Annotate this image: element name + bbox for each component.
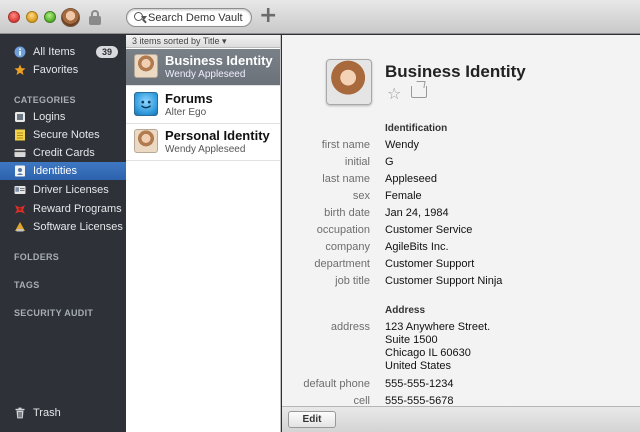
sidebar-item-driver-licenses[interactable]: Driver Licenses: [0, 181, 126, 199]
field-label: sex: [352, 190, 370, 202]
sidebar-item-logins[interactable]: Logins: [0, 108, 126, 126]
lock-icon[interactable]: [89, 10, 101, 25]
address-line: 123 Anywhere Street.: [385, 321, 491, 333]
share-icon[interactable]: [411, 86, 427, 98]
vault-avatar-icon[interactable]: [61, 8, 80, 27]
list-item-subtitle: Wendy Appleseed: [165, 144, 246, 155]
sidebar-item-secure-notes[interactable]: Secure Notes: [0, 126, 126, 144]
field-label: first name: [321, 139, 370, 151]
folders-heading[interactable]: FOLDERS: [14, 252, 59, 262]
field-label: department: [314, 258, 370, 270]
star-icon[interactable]: ☆: [387, 84, 401, 103]
secure-notes-icon: [15, 129, 25, 141]
list-item-title: Forums: [165, 91, 213, 106]
detail-pane: Business Identity ☆ Identification first…: [282, 35, 640, 432]
address-line: Suite 1500: [385, 334, 438, 346]
identity-photo-icon: [134, 54, 158, 78]
address-heading: Address: [385, 305, 426, 316]
sidebar-item-reward-programs[interactable]: Reward Programs: [0, 200, 126, 218]
identity-icon: [15, 165, 25, 177]
field-label: initial: [344, 156, 370, 168]
minimize-window-button[interactable]: [26, 11, 38, 23]
driver-license-icon: [14, 186, 26, 194]
field-label: last name: [322, 173, 370, 185]
software-license-icon: [15, 222, 25, 232]
sidebar-item-label: Trash: [33, 407, 61, 419]
identity-photo-icon: [134, 129, 158, 153]
list-item[interactable]: Forums Alter Ego: [126, 87, 280, 124]
field-value[interactable]: Female: [385, 190, 422, 202]
detail-toolbar: Edit: [282, 406, 640, 432]
list-item[interactable]: Personal Identity Wendy Appleseed: [126, 124, 280, 161]
sidebar-item-label: Logins: [33, 111, 66, 123]
logins-icon: [15, 112, 25, 122]
sidebar-item-software-licenses[interactable]: Software Licenses: [0, 218, 126, 236]
star-icon: [14, 64, 26, 75]
list-item-title: Personal Identity: [165, 128, 270, 143]
sidebar-item-label: Driver Licenses: [33, 184, 109, 196]
field-value[interactable]: Jan 24, 1984: [385, 207, 449, 219]
field-value[interactable]: AgileBits Inc.: [385, 241, 449, 253]
tags-heading[interactable]: TAGS: [14, 280, 40, 290]
list-item-subtitle: Wendy Appleseed: [165, 69, 246, 80]
field-value[interactable]: G: [385, 156, 394, 168]
title-bar: +: [0, 0, 640, 34]
item-title: Business Identity: [385, 62, 526, 81]
add-item-button[interactable]: +: [259, 5, 277, 27]
alter-ego-icon: [134, 92, 158, 116]
identification-heading: Identification: [385, 123, 448, 134]
sidebar-item-label: All Items: [33, 46, 76, 58]
info-icon: [14, 46, 26, 58]
sidebar-item-label: Credit Cards: [33, 147, 95, 159]
search-input[interactable]: [148, 10, 248, 25]
field-label: birth date: [324, 207, 370, 219]
field-label: address: [330, 321, 370, 333]
field-value[interactable]: Appleseed: [385, 173, 437, 185]
chevron-down-icon: [141, 16, 147, 20]
field-value[interactable]: Customer Support: [385, 258, 474, 270]
list-item-subtitle: Alter Ego: [165, 107, 207, 118]
field-value[interactable]: 555-555-1234: [385, 378, 454, 390]
sidebar-item-label: Favorites: [33, 64, 79, 76]
address-line: Chicago IL 60630: [385, 347, 471, 359]
field-label: default phone: [303, 378, 370, 390]
categories-heading: CATEGORIES: [14, 95, 76, 105]
item-count-badge: 39: [96, 46, 118, 58]
item-list: 3 items sorted by Title ▾ Business Ident…: [126, 35, 281, 432]
trash-icon: [15, 407, 25, 419]
sidebar-item-trash[interactable]: Trash: [0, 404, 126, 422]
sidebar-item-credit-cards[interactable]: Credit Cards: [0, 144, 126, 162]
sort-header[interactable]: 3 items sorted by Title ▾: [126, 35, 280, 48]
sidebar-item-identities[interactable]: Identities: [0, 162, 126, 180]
sidebar-item-label: Secure Notes: [33, 129, 100, 141]
field-label: occupation: [316, 224, 370, 236]
sidebar: All Items 39 Favorites CATEGORIES Logins…: [0, 35, 126, 432]
zoom-window-button[interactable]: [44, 11, 56, 23]
credit-card-icon: [14, 149, 26, 157]
field-value[interactable]: Customer Service: [385, 224, 472, 236]
list-item[interactable]: Business Identity Wendy Appleseed: [126, 49, 280, 86]
ribbon-icon: [15, 205, 25, 214]
field-label: company: [325, 241, 370, 253]
sidebar-item-label: Software Licenses: [33, 221, 123, 233]
sidebar-item-favorites[interactable]: Favorites: [0, 61, 126, 79]
close-window-button[interactable]: [8, 11, 20, 23]
sidebar-item-label: Reward Programs: [33, 203, 122, 215]
field-value[interactable]: Customer Support Ninja: [385, 275, 502, 287]
field-value[interactable]: Wendy: [385, 139, 419, 151]
sidebar-item-label: Identities: [33, 165, 78, 177]
identity-photo: [326, 59, 372, 105]
search-field[interactable]: [126, 8, 252, 27]
edit-button[interactable]: Edit: [288, 411, 336, 428]
security-audit-heading[interactable]: SECURITY AUDIT: [14, 308, 93, 318]
sidebar-item-all-items[interactable]: All Items 39: [0, 43, 126, 61]
list-item-title: Business Identity: [165, 53, 273, 68]
field-label: job title: [335, 275, 370, 287]
address-line: United States: [385, 360, 452, 372]
address-value[interactable]: 123 Anywhere Street. Suite 1500 Chicago …: [385, 321, 490, 373]
